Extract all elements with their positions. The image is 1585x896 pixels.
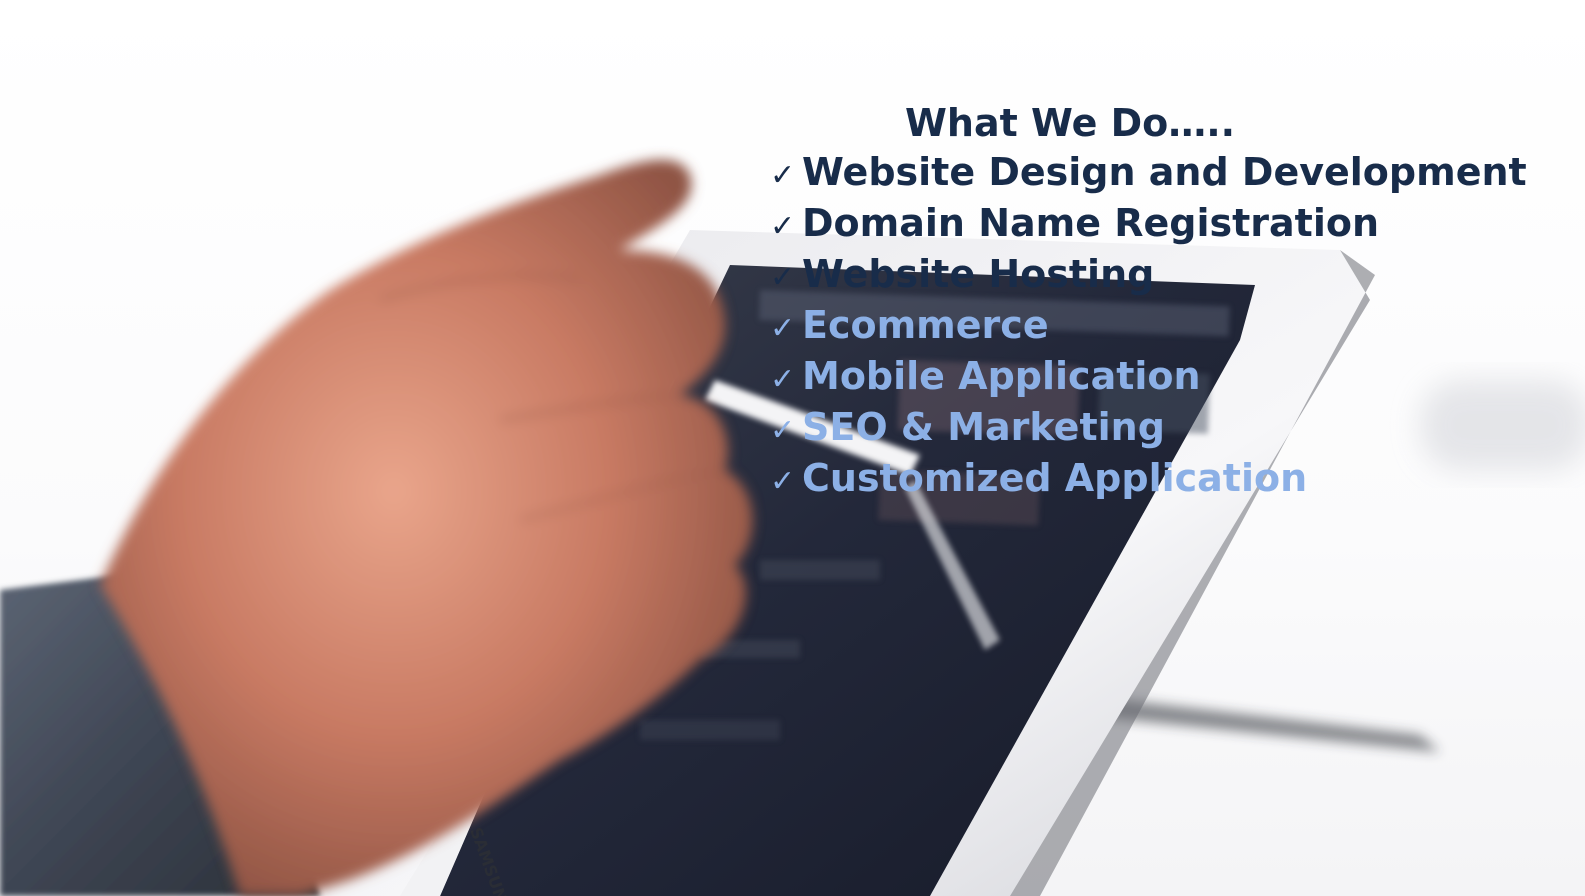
check-icon: ✓ xyxy=(770,464,796,499)
service-label: Mobile Application xyxy=(802,354,1201,398)
check-icon: ✓ xyxy=(770,413,796,448)
check-icon: ✓ xyxy=(770,158,796,193)
service-label: Website Hosting xyxy=(802,252,1155,296)
service-label: Ecommerce xyxy=(802,303,1049,347)
service-item: ✓ Website Design and Development xyxy=(770,147,1527,198)
section-heading: What We Do….. xyxy=(905,101,1236,145)
check-icon: ✓ xyxy=(770,209,796,244)
service-item: ✓ Website Hosting xyxy=(770,249,1527,300)
service-item: ✓ Customized Application xyxy=(770,453,1527,504)
check-icon: ✓ xyxy=(770,362,796,397)
service-item: ✓ Ecommerce xyxy=(770,300,1527,351)
services-list: ✓ Website Design and Development ✓ Domai… xyxy=(770,147,1527,504)
service-label: Domain Name Registration xyxy=(802,201,1380,245)
service-label: Website Design and Development xyxy=(802,150,1527,194)
slide: SAMSUNG What We Do….. ✓ Website Design a… xyxy=(0,0,1585,896)
service-item: ✓ Domain Name Registration xyxy=(770,198,1527,249)
service-label: Customized Application xyxy=(802,456,1308,500)
service-item: ✓ Mobile Application xyxy=(770,351,1527,402)
check-icon: ✓ xyxy=(770,260,796,295)
check-icon: ✓ xyxy=(770,311,796,346)
service-label: SEO & Marketing xyxy=(802,405,1165,449)
service-item: ✓ SEO & Marketing xyxy=(770,402,1527,453)
